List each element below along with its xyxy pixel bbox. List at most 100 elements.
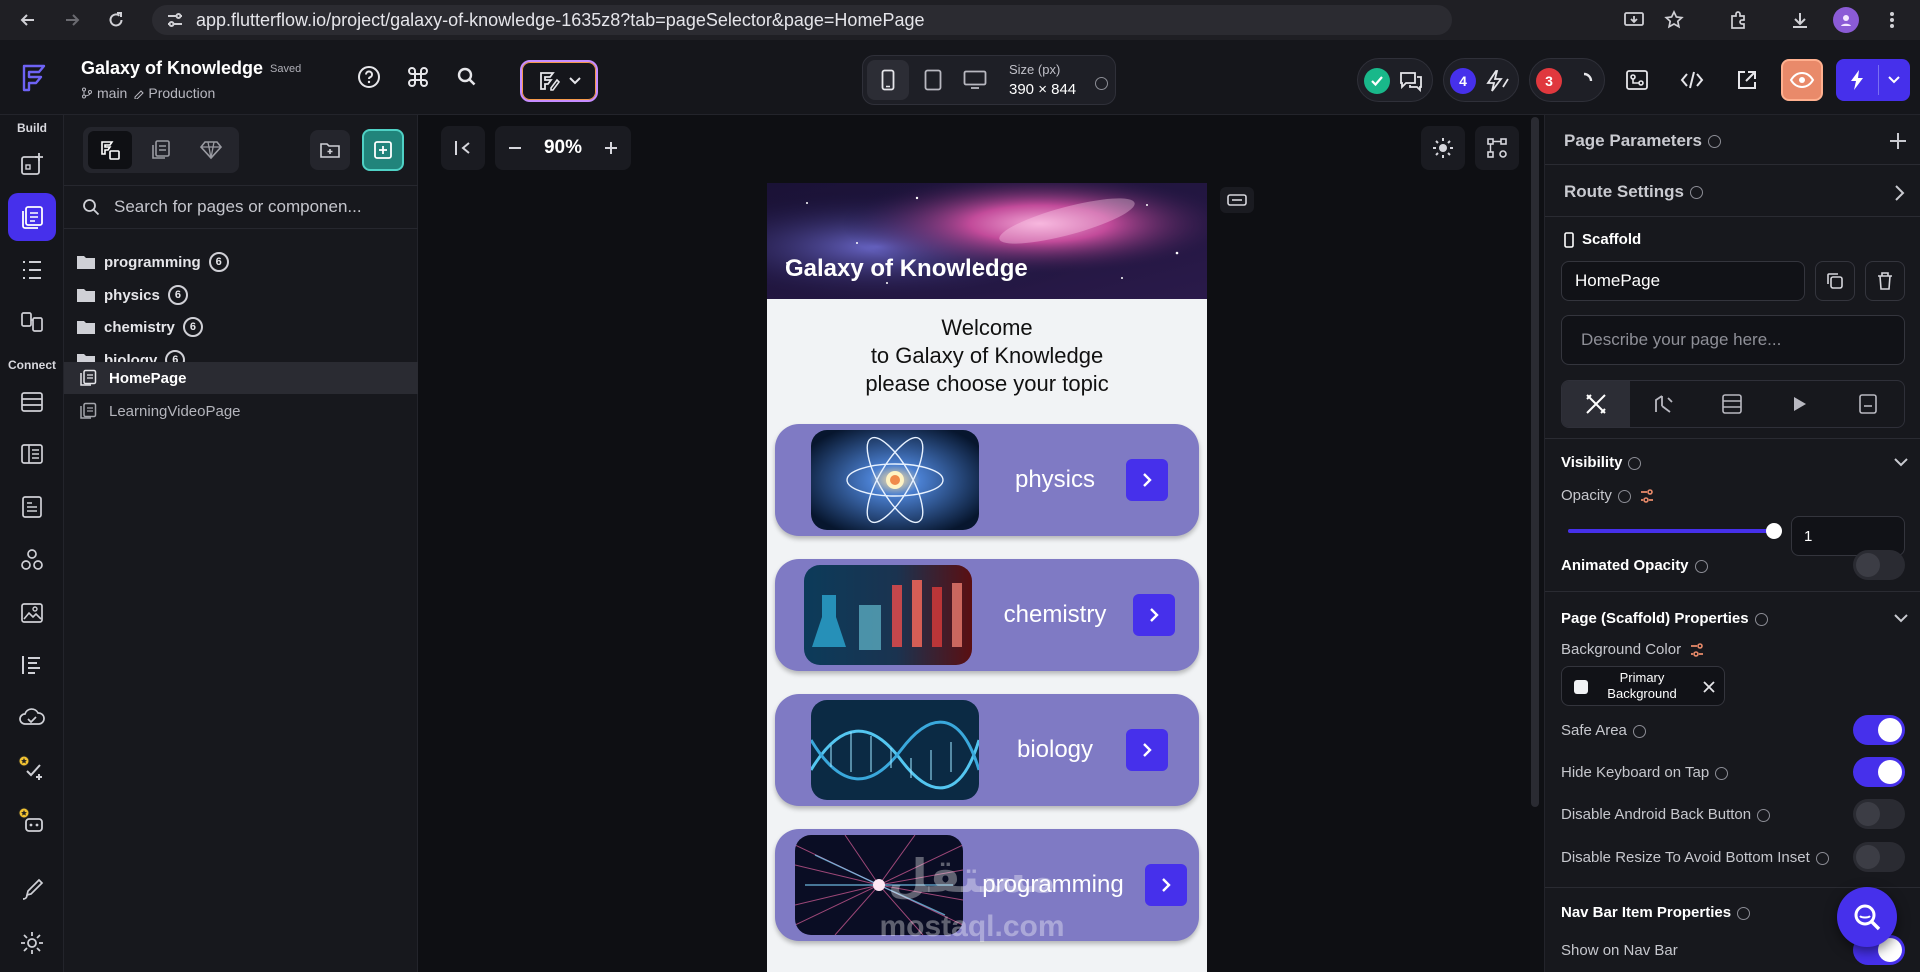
scaffold-properties-header[interactable]: Page (Scaffold) Properties: [1561, 610, 1768, 627]
code-view-icon[interactable]: [1671, 59, 1713, 101]
route-settings-header[interactable]: Route Settings: [1564, 182, 1703, 202]
add-parameter-icon[interactable]: [1888, 131, 1908, 151]
zoom-level[interactable]: 90%: [544, 137, 582, 159]
tablet-device-icon[interactable]: [915, 60, 951, 100]
topic-card-biology[interactable]: biology: [775, 694, 1199, 806]
page-description-field[interactable]: Describe your page here...: [1561, 315, 1905, 365]
project-name[interactable]: Galaxy of Knowledge: [81, 58, 263, 79]
media-assets-icon[interactable]: [12, 487, 52, 527]
new-folder-icon[interactable]: [310, 130, 350, 170]
slider-thumb[interactable]: [1766, 523, 1782, 539]
command-palette-icon[interactable]: [397, 56, 439, 98]
variable-binding-icon[interactable]: [1689, 642, 1705, 658]
tab-components-icon[interactable]: [139, 131, 183, 169]
zoom-in-icon[interactable]: [603, 140, 619, 156]
delete-page-icon[interactable]: [1865, 261, 1905, 301]
folder-physics[interactable]: physics 6: [76, 279, 406, 311]
size-info-icon[interactable]: [1089, 75, 1108, 93]
open-external-icon[interactable]: [1726, 59, 1768, 101]
preview-eye-icon[interactable]: [1781, 59, 1823, 101]
phone-device-icon[interactable]: [867, 60, 909, 100]
testing-icon[interactable]: [12, 749, 52, 789]
background-color-picker[interactable]: Primary Background: [1561, 666, 1725, 706]
backend-query-tab-icon[interactable]: [1698, 381, 1766, 427]
chevron-right-icon[interactable]: [1133, 594, 1175, 636]
downloads-icon[interactable]: [1780, 0, 1820, 40]
help-search-fab[interactable]: [1837, 887, 1897, 947]
bookmark-star-icon[interactable]: [1654, 0, 1694, 40]
safe-area-toggle[interactable]: [1853, 715, 1905, 745]
animations-tab-icon[interactable]: [1766, 381, 1834, 427]
nav-bar-properties-header[interactable]: Nav Bar Item Properties: [1561, 904, 1751, 921]
folder-programming[interactable]: programming 6: [76, 246, 406, 278]
browser-menu-icon[interactable]: [1872, 0, 1912, 40]
collapse-panel-icon[interactable]: [441, 126, 485, 170]
branch-info[interactable]: main Production: [81, 85, 215, 101]
canvas-settings-icon[interactable]: [1475, 126, 1519, 170]
cloud-deploy-icon[interactable]: [12, 697, 52, 737]
topic-card-chemistry[interactable]: chemistry: [775, 559, 1199, 671]
add-page-icon[interactable]: [362, 129, 404, 171]
database-icon[interactable]: [12, 382, 52, 422]
issues-pill[interactable]: 4: [1443, 58, 1519, 102]
chevron-right-icon[interactable]: [1893, 184, 1905, 202]
chevron-right-icon[interactable]: [1145, 864, 1187, 906]
disable-resize-toggle[interactable]: [1853, 842, 1905, 872]
chevron-down-icon[interactable]: [1893, 457, 1909, 467]
storyboard-icon[interactable]: [12, 302, 52, 342]
reload-icon[interactable]: [96, 0, 136, 40]
image-gallery-icon[interactable]: [12, 593, 52, 633]
page-learningvideopage[interactable]: LearningVideoPage: [76, 395, 406, 427]
opacity-slider[interactable]: [1568, 518, 1782, 544]
forward-icon[interactable]: [52, 0, 92, 40]
theme-settings-icon[interactable]: [12, 870, 52, 910]
page-homepage[interactable]: HomePage: [76, 362, 406, 394]
custom-code-icon[interactable]: [12, 645, 52, 685]
duplicate-page-icon[interactable]: [1815, 261, 1855, 301]
profile-avatar[interactable]: [1826, 0, 1866, 40]
page-state-tab-icon[interactable]: [1834, 381, 1902, 427]
variable-binding-icon[interactable]: [1639, 488, 1655, 504]
animated-opacity-toggle[interactable]: [1853, 550, 1905, 580]
widget-toggle-icon[interactable]: [1220, 187, 1254, 213]
clear-color-icon[interactable]: [1702, 680, 1716, 694]
back-icon[interactable]: [8, 0, 48, 40]
tab-library-diamond-icon[interactable]: [189, 131, 233, 169]
chevron-right-icon[interactable]: [1126, 729, 1168, 771]
add-widget-icon[interactable]: [12, 144, 52, 184]
topic-card-physics[interactable]: physics: [775, 424, 1199, 536]
search-input[interactable]: Search for pages or componen...: [114, 197, 362, 217]
chevron-down-icon[interactable]: [1893, 613, 1909, 623]
integrations-icon[interactable]: [12, 540, 52, 580]
design-mode-dropdown[interactable]: [520, 60, 598, 102]
properties-tab-icon[interactable]: [1562, 381, 1630, 427]
app-state-icon[interactable]: [12, 434, 52, 474]
disable-back-toggle[interactable]: [1853, 799, 1905, 829]
page-search-box[interactable]: Search for pages or componen...: [64, 185, 418, 229]
site-settings-icon[interactable]: [166, 12, 184, 28]
install-app-icon[interactable]: [1614, 0, 1654, 40]
run-button[interactable]: [1836, 59, 1910, 101]
light-mode-sun-icon[interactable]: [1421, 126, 1465, 170]
canvas-scrollbar[interactable]: [1531, 117, 1539, 807]
help-icon[interactable]: [348, 56, 390, 98]
folder-chemistry[interactable]: chemistry 6: [76, 311, 406, 343]
page-name-field[interactable]: HomePage: [1561, 261, 1805, 301]
page-selector-icon[interactable]: [8, 193, 56, 241]
run-options-chevron-icon[interactable]: [1879, 59, 1909, 101]
actions-tab-icon[interactable]: [1630, 381, 1698, 427]
desktop-device-icon[interactable]: [957, 60, 993, 100]
hide-keyboard-toggle[interactable]: [1853, 757, 1905, 787]
branching-icon[interactable]: [1616, 59, 1658, 101]
extensions-icon[interactable]: [1718, 0, 1758, 40]
address-bar[interactable]: app.flutterflow.io/project/galaxy-of-kno…: [152, 5, 1452, 35]
tab-pages-icon[interactable]: [88, 131, 132, 169]
ai-agent-icon[interactable]: [12, 801, 52, 841]
page-parameters-header[interactable]: Page Parameters: [1564, 131, 1721, 151]
chevron-right-icon[interactable]: [1126, 459, 1168, 501]
search-icon[interactable]: [446, 56, 488, 98]
widget-tree-icon[interactable]: [12, 250, 52, 290]
status-pill[interactable]: [1357, 58, 1433, 102]
visibility-header[interactable]: Visibility: [1561, 454, 1642, 471]
settings-gear-icon[interactable]: [12, 923, 52, 963]
